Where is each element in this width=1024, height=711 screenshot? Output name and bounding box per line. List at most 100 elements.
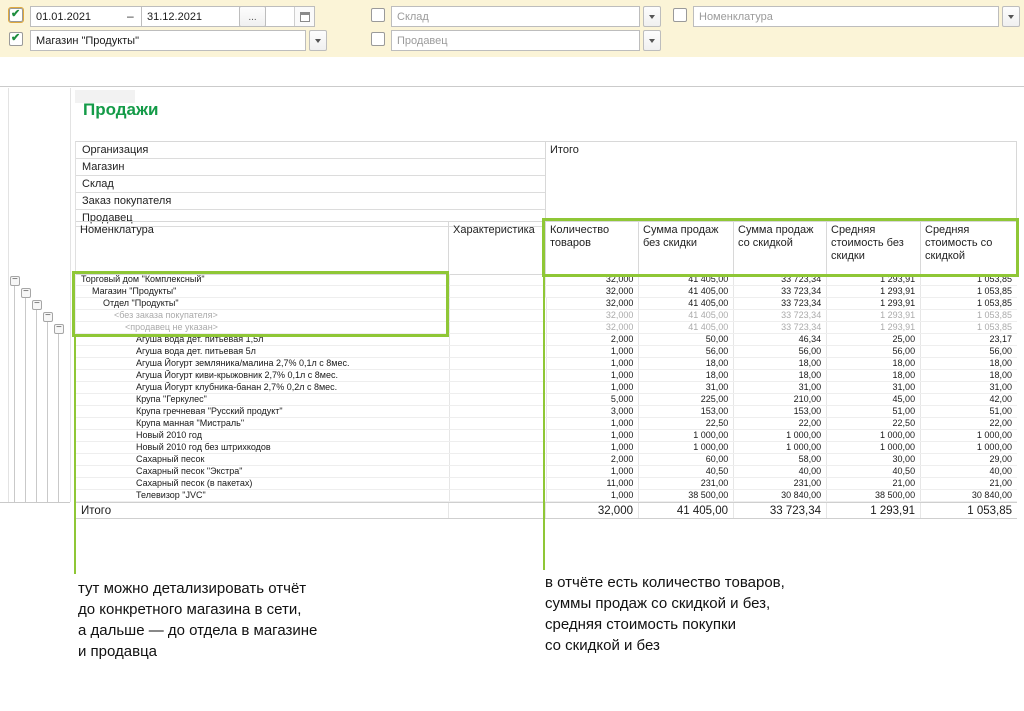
table-row[interactable]: Агуша Йогурт клубника-банан 2,7% 0,2л с …	[76, 382, 1017, 394]
collapse-group-button[interactable]	[32, 300, 42, 310]
table-row[interactable]: Магазин "Продукты"32,00041 405,0033 723,…	[76, 286, 1017, 298]
row-value: 5,000	[546, 394, 639, 405]
gutter-line	[8, 88, 9, 502]
table-row[interactable]: Агуша вода дет. питьевая 1,5л2,00050,004…	[76, 334, 1017, 346]
table-row[interactable]: <продавец не указан>32,00041 405,0033 72…	[76, 322, 1017, 334]
table-row[interactable]: Торговый дом "Комплексный"32,00041 405,0…	[76, 274, 1017, 286]
total-value: 32,000	[545, 503, 638, 518]
grouping-labels: Организация Магазин Склад Заказ покупате…	[75, 141, 545, 227]
row-label: Агуша вода дет. питьевая 1,5л	[76, 334, 449, 345]
row-value: 1 000,00	[638, 430, 733, 441]
row-value: 1,000	[546, 466, 639, 477]
table-row[interactable]: Агуша Йогурт киви-крыжовник 2,7% 0,1л с …	[76, 370, 1017, 382]
period-dash: –	[127, 9, 134, 23]
row-value: 41 405,00	[638, 286, 733, 297]
row-value: 1 293,91	[826, 286, 920, 297]
grand-total-row[interactable]: Итого 32,000 41 405,00 33 723,34 1 293,9…	[75, 502, 1017, 519]
row-characteristic	[449, 478, 546, 489]
collapse-group-button[interactable]	[54, 324, 64, 334]
store-input[interactable]	[30, 30, 306, 51]
gutter-total-line	[0, 502, 70, 503]
seller-dropdown-button[interactable]	[643, 30, 661, 51]
store-dropdown-button[interactable]	[309, 30, 327, 51]
row-value: 225,00	[638, 394, 733, 405]
nomenclature-dropdown-button[interactable]	[1002, 6, 1020, 27]
total-value: 41 405,00	[638, 503, 733, 518]
row-value: 1 000,00	[920, 442, 1017, 453]
nomenclature-input[interactable]	[693, 6, 999, 27]
nomenclature-checkbox[interactable]	[673, 8, 687, 22]
row-value: 1 293,91	[826, 274, 920, 285]
row-characteristic	[449, 310, 546, 321]
row-value: 1,000	[546, 346, 639, 357]
itogo-header-cell: Итого	[545, 141, 1017, 221]
table-row[interactable]: Новый 2010 год без штрихкодов1,0001 000,…	[76, 442, 1017, 454]
tree-line	[36, 310, 37, 502]
table-row[interactable]: Сахарный песок2,00060,0058,0030,0029,00	[76, 454, 1017, 466]
row-characteristic	[449, 454, 546, 465]
row-value: 56,00	[733, 346, 826, 357]
row-value: 22,00	[920, 418, 1017, 429]
row-value: 11,000	[546, 478, 639, 489]
table-row[interactable]: Новый 2010 год1,0001 000,001 000,001 000…	[76, 430, 1017, 442]
row-value: 31,00	[826, 382, 920, 393]
date-to-input[interactable]	[142, 7, 294, 26]
tree-line	[47, 322, 48, 502]
table-row[interactable]: <без заказа покупателя>32,00041 405,0033…	[76, 310, 1017, 322]
collapse-group-button[interactable]	[21, 288, 31, 298]
tree-line	[14, 286, 15, 502]
table-row[interactable]: Крупа гречневая "Русский продукт"3,00015…	[76, 406, 1017, 418]
row-value: 18,00	[638, 358, 733, 369]
table-row[interactable]: Агуша Йогурт земляника/малина 2,7% 0,1л …	[76, 358, 1017, 370]
table-row[interactable]: Крупа манная "Мистраль"1,00022,5022,0022…	[76, 418, 1017, 430]
warehouse-dropdown-button[interactable]	[643, 6, 661, 27]
date-to-field	[141, 6, 315, 27]
row-value: 56,00	[920, 346, 1017, 357]
store-checkbox[interactable]	[9, 32, 23, 46]
calendar-icon[interactable]	[294, 7, 314, 26]
row-value: 18,00	[733, 358, 826, 369]
table-row[interactable]: Крупа "Геркулес"5,000225,00210,0045,0042…	[76, 394, 1017, 406]
row-value: 31,00	[638, 382, 733, 393]
annotation-caption-left: тут можно детализировать отчёт до конкре…	[78, 578, 317, 662]
row-characteristic	[449, 274, 546, 285]
seller-checkbox[interactable]	[371, 32, 385, 46]
collapse-group-button[interactable]	[43, 312, 53, 322]
table-row[interactable]: Сахарный песок "Экстра"1,00040,5040,0040…	[76, 466, 1017, 478]
row-value: 1 053,85	[920, 322, 1017, 333]
row-value: 1 053,85	[920, 298, 1017, 309]
row-value: 33 723,34	[733, 274, 826, 285]
table-row[interactable]: Сахарный песок (в пакетах)11,000231,0023…	[76, 478, 1017, 490]
report-title: Продажи	[83, 100, 159, 120]
warehouse-input[interactable]	[391, 6, 640, 27]
row-label: Агуша Йогурт земляника/малина 2,7% 0,1л …	[76, 358, 449, 369]
header-sum-no-discount: Сумма продаж без скидки	[639, 221, 734, 275]
total-characteristic	[448, 503, 545, 518]
row-label: <без заказа покупателя>	[76, 310, 449, 321]
period-checkbox[interactable]	[9, 8, 23, 22]
row-label: Новый 2010 год	[76, 430, 449, 441]
header-characteristic: Характеристика	[449, 221, 546, 275]
row-label: Сахарный песок	[76, 454, 449, 465]
seller-input[interactable]	[391, 30, 640, 51]
table-row[interactable]: Отдел "Продукты"32,00041 405,0033 723,34…	[76, 298, 1017, 310]
row-value: 2,000	[546, 454, 639, 465]
row-value: 31,00	[733, 382, 826, 393]
table-row[interactable]: Агуша вода дет. питьевая 5л1,00056,0056,…	[76, 346, 1017, 358]
row-value: 18,00	[920, 370, 1017, 381]
row-value: 46,34	[733, 334, 826, 345]
period-more-button[interactable]: ...	[239, 6, 266, 27]
row-label: Новый 2010 год без штрихкодов	[76, 442, 449, 453]
row-value: 41 405,00	[638, 310, 733, 321]
warehouse-checkbox[interactable]	[371, 8, 385, 22]
row-value: 30 840,00	[733, 490, 826, 501]
row-value: 1 000,00	[826, 430, 920, 441]
row-value: 22,50	[638, 418, 733, 429]
row-label: Агуша Йогурт киви-крыжовник 2,7% 0,1л с …	[76, 370, 449, 381]
collapse-group-button[interactable]	[10, 276, 20, 286]
table-row[interactable]: Телевизор "JVC"1,00038 500,0030 840,0038…	[76, 490, 1017, 502]
group-row-warehouse: Склад	[76, 176, 545, 193]
row-value: 40,50	[638, 466, 733, 477]
row-value: 32,000	[546, 298, 639, 309]
row-value: 18,00	[920, 358, 1017, 369]
